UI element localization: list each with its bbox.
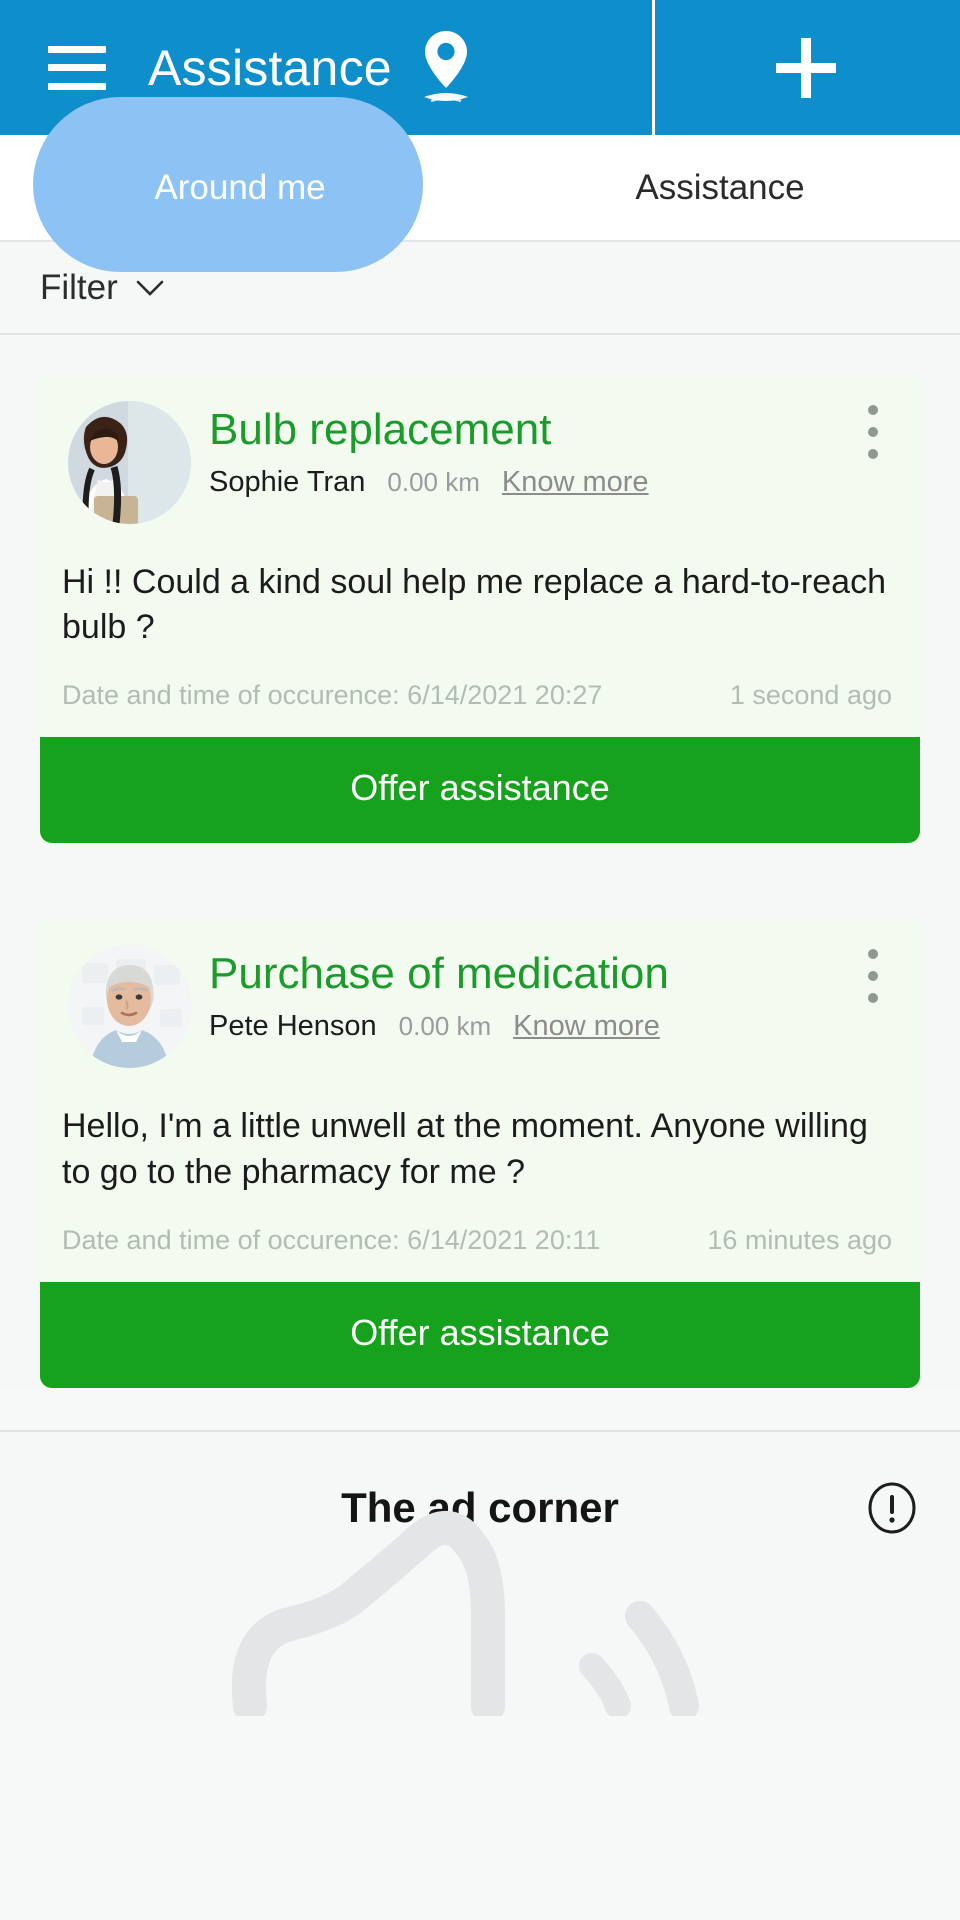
app-bar-right-group xyxy=(652,0,960,135)
card-distance: 0.00 km xyxy=(387,466,480,497)
hamburger-bar-1 xyxy=(48,45,106,53)
card-author: Pete Henson xyxy=(209,1010,377,1043)
kebab-menu-icon[interactable] xyxy=(868,405,878,459)
card-title: Purchase of medication xyxy=(209,949,669,999)
card-spacer xyxy=(0,843,960,921)
kebab-dot-3 xyxy=(868,993,878,1004)
ad-corner-section: The ad corner xyxy=(0,1429,960,1716)
hamburger-bar-3 xyxy=(48,82,106,90)
card-occurrence: Date and time of occurence: 6/14/2021 20… xyxy=(62,1224,601,1255)
kebab-dot-1 xyxy=(868,949,878,960)
user-avatar-photo xyxy=(68,401,191,524)
tab-assistance[interactable]: Assistance xyxy=(480,135,960,240)
card-relative-time: 16 minutes ago xyxy=(707,1224,892,1255)
hamburger-menu-icon[interactable] xyxy=(48,45,106,90)
card-header: Bulb replacement Sophie Tran 0.00 km Kno… xyxy=(40,377,920,524)
tab-bar: Around me Assistance xyxy=(0,97,960,272)
kebab-menu-icon[interactable] xyxy=(868,949,878,1004)
avatar xyxy=(68,401,191,524)
know-more-link[interactable]: Know more xyxy=(502,466,649,499)
tab-assistance-label: Assistance xyxy=(635,167,805,207)
card-relative-time: 1 second ago xyxy=(729,680,892,711)
kebab-dot-2 xyxy=(868,971,878,982)
assistance-card[interactable]: Bulb replacement Sophie Tran 0.00 km Kno… xyxy=(40,377,920,844)
offer-assistance-button[interactable]: Offer assistance xyxy=(40,737,920,844)
card-header-text: Purchase of medication Pete Henson 0.00 … xyxy=(209,945,920,1043)
know-more-link[interactable]: Know more xyxy=(513,1010,660,1043)
card-header: Purchase of medication Pete Henson 0.00 … xyxy=(40,921,920,1069)
user-avatar-photo xyxy=(68,945,191,1069)
card-footer: Date and time of occurence: 6/14/2021 20… xyxy=(40,1195,920,1282)
app-bar-divider xyxy=(652,0,655,135)
card-occurrence: Date and time of occurence: 6/14/2021 20… xyxy=(62,680,603,711)
hamburger-bar-2 xyxy=(48,64,106,71)
offer-assistance-button[interactable]: Offer assistance xyxy=(40,1281,920,1388)
card-body-text: Hello, I'm a little unwell at the moment… xyxy=(62,1107,868,1191)
filter-label: Filter xyxy=(40,267,118,307)
assistance-card[interactable]: Purchase of medication Pete Henson 0.00 … xyxy=(40,921,920,1388)
page-title: Assistance xyxy=(148,39,392,96)
ad-corner-title: The ad corner xyxy=(341,1483,619,1531)
card-header-text: Bulb replacement Sophie Tran 0.00 km Kno… xyxy=(209,401,920,499)
chevron-down-icon[interactable] xyxy=(136,279,164,297)
card-body-text: Hi !! Could a kind soul help me replace … xyxy=(62,563,886,647)
exclamation-circle-icon[interactable] xyxy=(866,1482,918,1534)
kebab-dot-1 xyxy=(868,405,878,415)
card-meta-row: Sophie Tran 0.00 km Know more xyxy=(209,466,920,499)
card-title: Bulb replacement xyxy=(209,405,552,454)
tab-around-me[interactable]: Around me xyxy=(0,97,480,272)
tab-around-me-label: Around me xyxy=(154,167,326,207)
card-footer: Date and time of occurence: 6/14/2021 20… xyxy=(40,650,920,737)
plus-icon[interactable] xyxy=(773,35,839,101)
kebab-dot-2 xyxy=(868,427,878,437)
assistance-feed: Bulb replacement Sophie Tran 0.00 km Kno… xyxy=(0,335,960,1388)
card-meta-row: Pete Henson 0.00 km Know more xyxy=(209,1010,920,1043)
map-pin-icon[interactable] xyxy=(414,27,478,109)
card-author: Sophie Tran xyxy=(209,465,366,498)
avatar xyxy=(68,945,191,1069)
card-distance: 0.00 km xyxy=(398,1011,492,1042)
kebab-dot-3 xyxy=(868,449,878,459)
